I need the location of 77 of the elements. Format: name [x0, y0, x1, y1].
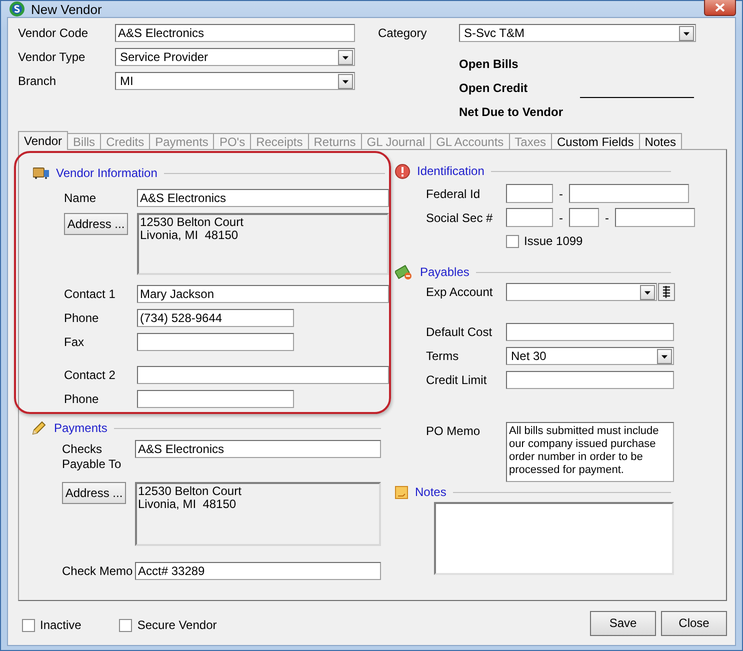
- checkbox-label: Inactive: [40, 618, 82, 632]
- section-title: Identification: [417, 164, 484, 178]
- close-icon[interactable]: [715, 2, 725, 12]
- address-box[interactable]: 12530 Belton Court Livonia, MI 48150: [137, 213, 389, 275]
- text-field[interactable]: [569, 184, 689, 203]
- money-icon: [395, 264, 413, 280]
- text-field[interactable]: (734) 528-9644: [137, 309, 294, 327]
- app-logo-icon: [9, 1, 25, 17]
- dialog-button[interactable]: Save: [590, 610, 656, 636]
- section-title: Vendor Information: [56, 166, 158, 180]
- tab[interactable]: Notes: [638, 133, 682, 149]
- field-label: Contact 2: [64, 367, 116, 383]
- field-label: Vendor Code: [18, 26, 90, 40]
- text-field[interactable]: [137, 366, 389, 384]
- dropdown[interactable]: [506, 283, 657, 301]
- field-label: Branch: [18, 74, 58, 88]
- checkbox[interactable]: [506, 234, 519, 248]
- checkbox[interactable]: [119, 618, 132, 632]
- text-field[interactable]: [569, 208, 599, 227]
- field-label: Check Memo: [62, 563, 134, 579]
- notes-field[interactable]: [434, 502, 674, 575]
- field-label: Exp Account: [426, 284, 494, 300]
- address-button[interactable]: Address ...: [64, 213, 128, 235]
- alert-icon: [395, 164, 410, 178]
- text-field[interactable]: A&S Electronics: [135, 440, 381, 458]
- field-label: Category: [378, 26, 428, 40]
- field-label: Checks Payable To: [62, 441, 122, 472]
- text-field[interactable]: Mary Jackson: [137, 285, 389, 303]
- text-field[interactable]: A&S Electronics: [115, 24, 355, 42]
- text-field[interactable]: [615, 208, 695, 227]
- checkbox-label: Secure Vendor: [137, 618, 217, 632]
- address-button[interactable]: Address ...: [62, 482, 126, 504]
- tab[interactable]: Custom Fields: [551, 133, 640, 149]
- total-label: Open Bills: [459, 57, 518, 71]
- tab[interactable]: Vendor: [18, 131, 68, 150]
- pencil-icon: [31, 420, 47, 436]
- note-icon: [395, 486, 408, 498]
- section-title: Payments: [54, 421, 108, 435]
- dropdown[interactable]: Net 30: [506, 347, 674, 365]
- close-button[interactable]: [704, 0, 736, 16]
- list-lookup-icon[interactable]: [658, 283, 675, 301]
- field-label: Phone: [64, 310, 100, 326]
- field-label: Social Sec #: [426, 210, 494, 226]
- checkbox[interactable]: [22, 618, 35, 632]
- window-title: New Vendor: [31, 2, 103, 16]
- field-label: PO Memo: [426, 423, 482, 439]
- field-label: Contact 1: [64, 286, 116, 302]
- separator-dash: -: [558, 186, 564, 200]
- separator-dash: -: [558, 210, 564, 224]
- section-title: Payables: [420, 265, 470, 279]
- text-field[interactable]: [506, 323, 674, 341]
- text-field[interactable]: Acct# 33289: [135, 562, 381, 580]
- text-field[interactable]: [506, 184, 553, 203]
- text-field[interactable]: A&S Electronics: [137, 189, 389, 207]
- dropdown[interactable]: S-Svc T&M: [459, 24, 696, 42]
- section-title: Notes: [415, 485, 446, 499]
- total-label: Open Credit: [459, 81, 528, 95]
- field-label: Name: [64, 190, 98, 206]
- memo-field[interactable]: All bills submitted must include our company issued purchase order number in order to be processed for payment.: [506, 422, 674, 482]
- text-field[interactable]: [137, 333, 294, 351]
- checkbox-label: Issue 1099: [524, 234, 583, 248]
- field-label: Credit Limit: [426, 372, 488, 388]
- field-label: Phone: [64, 391, 100, 407]
- dropdown[interactable]: MI: [115, 72, 355, 90]
- field-label: Fax: [64, 334, 86, 350]
- dialog-button[interactable]: Close: [661, 610, 727, 636]
- text-field[interactable]: [137, 390, 294, 408]
- field-label: Default Cost: [426, 324, 494, 340]
- text-field[interactable]: [506, 208, 553, 227]
- address-box[interactable]: 12530 Belton Court Livonia, MI 48150: [135, 482, 381, 546]
- total-label: Net Due to Vendor: [459, 105, 564, 119]
- text-field[interactable]: [506, 371, 674, 389]
- dropdown[interactable]: Service Provider: [115, 48, 355, 66]
- field-label: Federal Id: [426, 186, 482, 202]
- field-label: Vendor Type: [18, 50, 86, 64]
- separator-dash: -: [604, 210, 610, 224]
- field-label: Terms: [426, 348, 460, 364]
